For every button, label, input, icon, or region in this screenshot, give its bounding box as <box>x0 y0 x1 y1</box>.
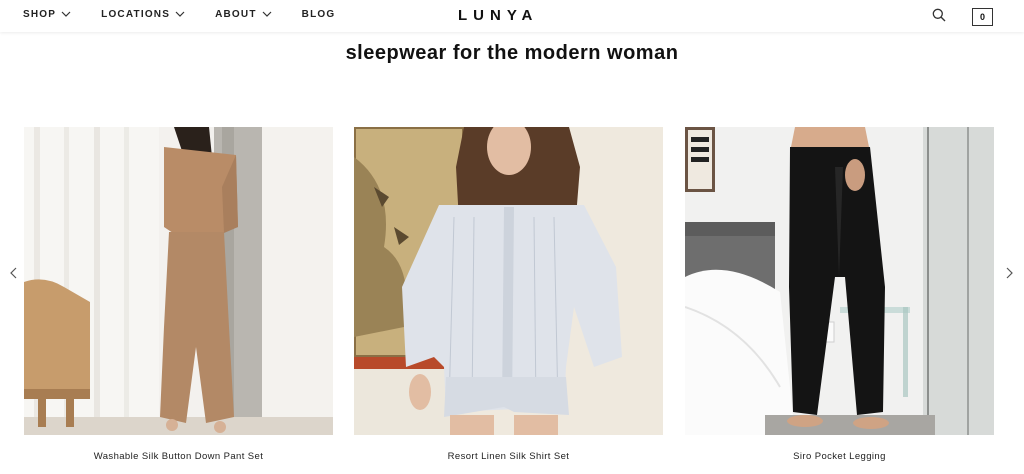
chevron-left-icon[interactable] <box>8 266 20 280</box>
product-name[interactable]: Siro Pocket Legging <box>685 451 994 462</box>
chevron-down-icon <box>61 11 71 17</box>
product-image[interactable] <box>354 127 663 435</box>
nav-item-label: BLOG <box>301 9 336 20</box>
product-photo-linen-shirt-set <box>354 127 663 435</box>
cart-count: 0 <box>979 12 985 22</box>
search-icon[interactable] <box>932 8 946 22</box>
chevron-down-icon <box>175 11 185 17</box>
product-name[interactable]: Resort Linen Silk Shirt Set <box>354 451 663 462</box>
product-image[interactable] <box>685 127 994 435</box>
product-name[interactable]: Washable Silk Button Down Pant Set <box>24 451 333 462</box>
main-nav: SHOP LOCATIONS ABOUT BLOG <box>23 9 365 20</box>
nav-item-label: SHOP <box>23 9 57 20</box>
nav-item-blog[interactable]: BLOG <box>302 9 336 20</box>
product-photo-pocket-legging <box>685 127 994 435</box>
chevron-right-icon[interactable] <box>1003 266 1015 280</box>
nav-item-label: ABOUT <box>215 9 257 20</box>
logo[interactable]: LUNYA <box>458 7 558 24</box>
chevron-down-icon <box>262 11 272 17</box>
nav-item-about[interactable]: ABOUT <box>215 9 272 20</box>
nav-item-locations[interactable]: LOCATIONS <box>101 9 185 20</box>
product-card[interactable]: Washable Silk Button Down Pant Set <box>24 127 333 462</box>
product-card[interactable]: Siro Pocket Legging <box>685 127 994 462</box>
nav-item-shop[interactable]: SHOP <box>23 9 71 20</box>
nav-item-label: LOCATIONS <box>101 9 171 20</box>
product-image[interactable] <box>24 127 333 435</box>
page-headline: sleepwear for the modern woman <box>345 42 679 64</box>
site-header: SHOP LOCATIONS ABOUT BLOG LUNYA 0 <box>0 0 1024 32</box>
product-card[interactable]: Resort Linen Silk Shirt Set <box>354 127 663 462</box>
product-photo-silk-pant-set <box>24 127 333 435</box>
cart-button[interactable]: 0 <box>972 8 993 26</box>
